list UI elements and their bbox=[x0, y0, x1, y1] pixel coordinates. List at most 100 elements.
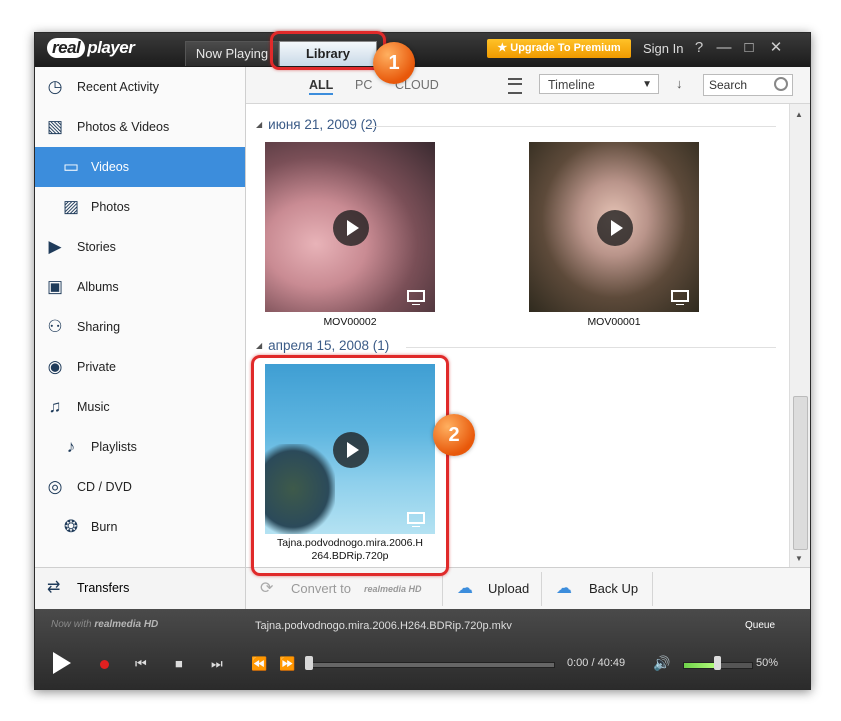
tv-icon[interactable] bbox=[407, 290, 425, 305]
scroll-up-icon[interactable]: ▲ bbox=[795, 110, 803, 119]
record-button[interactable] bbox=[100, 660, 109, 669]
disc-icon: ◎ bbox=[47, 477, 63, 496]
maximize-button[interactable]: □ bbox=[740, 39, 758, 57]
transfers-icon: ⇄ bbox=[47, 579, 61, 596]
video-thumbnail[interactable] bbox=[529, 142, 699, 312]
fast-forward-icon[interactable]: ⏩ bbox=[279, 656, 295, 672]
photos-icon: ▧ bbox=[46, 117, 64, 136]
sort-select[interactable]: Timeline ▼ bbox=[539, 74, 659, 94]
sidebar-item-cd-dvd[interactable]: ◎ CD / DVD bbox=[35, 467, 245, 507]
sidebar: ◷ Recent Activity ▧ Photos & Videos ▭ Vi… bbox=[35, 67, 246, 567]
sidebar-item-music[interactable]: ♫ Music bbox=[35, 387, 245, 427]
callout-badge-1: 1 bbox=[373, 42, 415, 84]
sidebar-item-recent-activity[interactable]: ◷ Recent Activity bbox=[35, 67, 245, 107]
play-icon[interactable] bbox=[333, 210, 369, 246]
search-input[interactable]: Search bbox=[703, 74, 793, 96]
queue-button[interactable]: Queue bbox=[745, 620, 775, 631]
sidebar-item-label: CD / DVD bbox=[77, 480, 132, 494]
clock-icon: ◷ bbox=[47, 77, 63, 96]
player-bar: Now with realmedia HD Tajna.podvodnogo.m… bbox=[35, 609, 810, 689]
realmedia-hd-brand: realmedia HD bbox=[94, 619, 159, 630]
sort-direction-icon[interactable]: ↓ bbox=[676, 76, 683, 91]
chevron-down-icon: ▼ bbox=[642, 79, 652, 90]
close-button[interactable]: ✕ bbox=[767, 39, 785, 57]
speaker-icon[interactable]: 🔊 bbox=[653, 655, 670, 672]
group-header[interactable]: ◢ апреля 15, 2008 (1) bbox=[256, 338, 389, 353]
tab-now-playing[interactable]: Now Playing bbox=[185, 41, 279, 66]
upgrade-premium-button[interactable]: ★ Upgrade To Premium bbox=[487, 39, 631, 58]
sidebar-item-label: Videos bbox=[91, 160, 129, 174]
sidebar-item-private[interactable]: ◉ Private bbox=[35, 347, 245, 387]
scroll-down-icon[interactable]: ▼ bbox=[795, 554, 803, 563]
callout-library-highlight bbox=[270, 31, 386, 70]
people-icon: ⚇ bbox=[47, 317, 63, 336]
upload-cloud-icon: ☁ bbox=[457, 580, 473, 597]
volume-fill bbox=[684, 663, 718, 668]
filter-tab-all[interactable]: ALL bbox=[309, 78, 334, 95]
backup-button[interactable]: ☁ Back Up bbox=[542, 568, 652, 610]
filter-tab-pc[interactable]: PC bbox=[355, 78, 372, 92]
volume-knob[interactable] bbox=[714, 656, 721, 670]
sidebar-item-label: Playlists bbox=[91, 440, 137, 454]
group-header[interactable]: ◢ июня 21, 2009 (2) bbox=[256, 117, 377, 132]
title-bar: real player Now Playing Library ★ Upgrade… bbox=[35, 33, 810, 67]
help-icon[interactable]: ? bbox=[690, 39, 708, 57]
sidebar-item-label: Music bbox=[77, 400, 110, 414]
menu-icon[interactable] bbox=[508, 78, 522, 94]
upload-label: Upload bbox=[488, 581, 530, 596]
sidebar-item-label: Photos bbox=[91, 200, 130, 214]
sidebar-item-sharing[interactable]: ⚇ Sharing bbox=[35, 307, 245, 347]
stop-icon[interactable]: ■ bbox=[175, 656, 183, 671]
group-title: апреля 15, 2008 (1) bbox=[268, 338, 390, 353]
video-caption: MOV00001 bbox=[587, 316, 641, 328]
seek-knob[interactable] bbox=[305, 656, 313, 670]
time-display: 0:00 / 40:49 bbox=[567, 657, 626, 669]
upload-button[interactable]: ☁ Upload bbox=[443, 568, 541, 610]
music-note-icon: ♫ bbox=[48, 397, 62, 416]
callout-badge-2: 2 bbox=[433, 414, 475, 456]
play-icon[interactable] bbox=[597, 210, 633, 246]
sidebar-item-label: Recent Activity bbox=[77, 80, 159, 94]
now-playing-filename: Tajna.podvodnogo.mira.2006.H264.BDRip.72… bbox=[255, 620, 512, 632]
albums-icon: ▣ bbox=[46, 277, 64, 296]
search-icon bbox=[774, 77, 788, 91]
separator bbox=[652, 572, 653, 606]
sidebar-item-videos[interactable]: ▭ Videos bbox=[35, 147, 245, 187]
search-placeholder: Search bbox=[709, 78, 748, 92]
next-icon[interactable]: ⏭ bbox=[211, 656, 223, 672]
seek-bar[interactable] bbox=[309, 662, 555, 668]
scrollbar-thumb[interactable] bbox=[793, 396, 808, 550]
scrollbar[interactable]: ▲ ▼ bbox=[789, 104, 810, 567]
rewind-icon[interactable]: ⏪ bbox=[251, 656, 267, 672]
group-title: июня 21, 2009 (2) bbox=[268, 117, 378, 132]
collapse-triangle-icon: ◢ bbox=[256, 341, 263, 350]
play-button[interactable] bbox=[53, 652, 71, 674]
tv-icon[interactable] bbox=[671, 290, 689, 305]
sidebar-item-label: Stories bbox=[77, 240, 116, 254]
sidebar-item-albums[interactable]: ▣ Albums bbox=[35, 267, 245, 307]
playlist-icon: ♪ bbox=[66, 437, 76, 456]
video-thumbnail[interactable] bbox=[265, 142, 435, 312]
previous-icon[interactable]: ⏮ bbox=[135, 656, 147, 672]
minimize-button[interactable]: — bbox=[715, 39, 733, 57]
photo-icon: ▨ bbox=[62, 197, 80, 216]
sidebar-item-label: Private bbox=[77, 360, 116, 374]
volume-percent: 50% bbox=[756, 657, 779, 669]
realplayer-logo: real player bbox=[47, 38, 135, 58]
sidebar-item-stories[interactable]: ▶ Stories bbox=[35, 227, 245, 267]
sidebar-item-label: Photos & Videos bbox=[77, 120, 170, 134]
sidebar-item-photos-videos[interactable]: ▧ Photos & Videos bbox=[35, 107, 245, 147]
sort-select-value: Timeline bbox=[548, 78, 595, 92]
divider bbox=[366, 126, 776, 127]
now-with-label: Now with realmedia HD bbox=[51, 619, 158, 630]
backup-cloud-icon: ☁ bbox=[556, 580, 572, 597]
sidebar-item-label: Burn bbox=[91, 520, 118, 534]
collapse-triangle-icon: ◢ bbox=[256, 120, 263, 129]
sidebar-item-photos[interactable]: ▨ Photos bbox=[35, 187, 245, 227]
sidebar-item-burn[interactable]: ❂ Burn bbox=[35, 507, 245, 547]
video-caption: MOV00002 bbox=[323, 316, 377, 328]
eye-icon: ◉ bbox=[47, 357, 63, 376]
sidebar-item-playlists[interactable]: ♪ Playlists bbox=[35, 427, 245, 467]
sign-in-link[interactable]: Sign In bbox=[643, 41, 683, 56]
sidebar-item-transfers[interactable]: ⇄ Transfers bbox=[35, 567, 246, 610]
